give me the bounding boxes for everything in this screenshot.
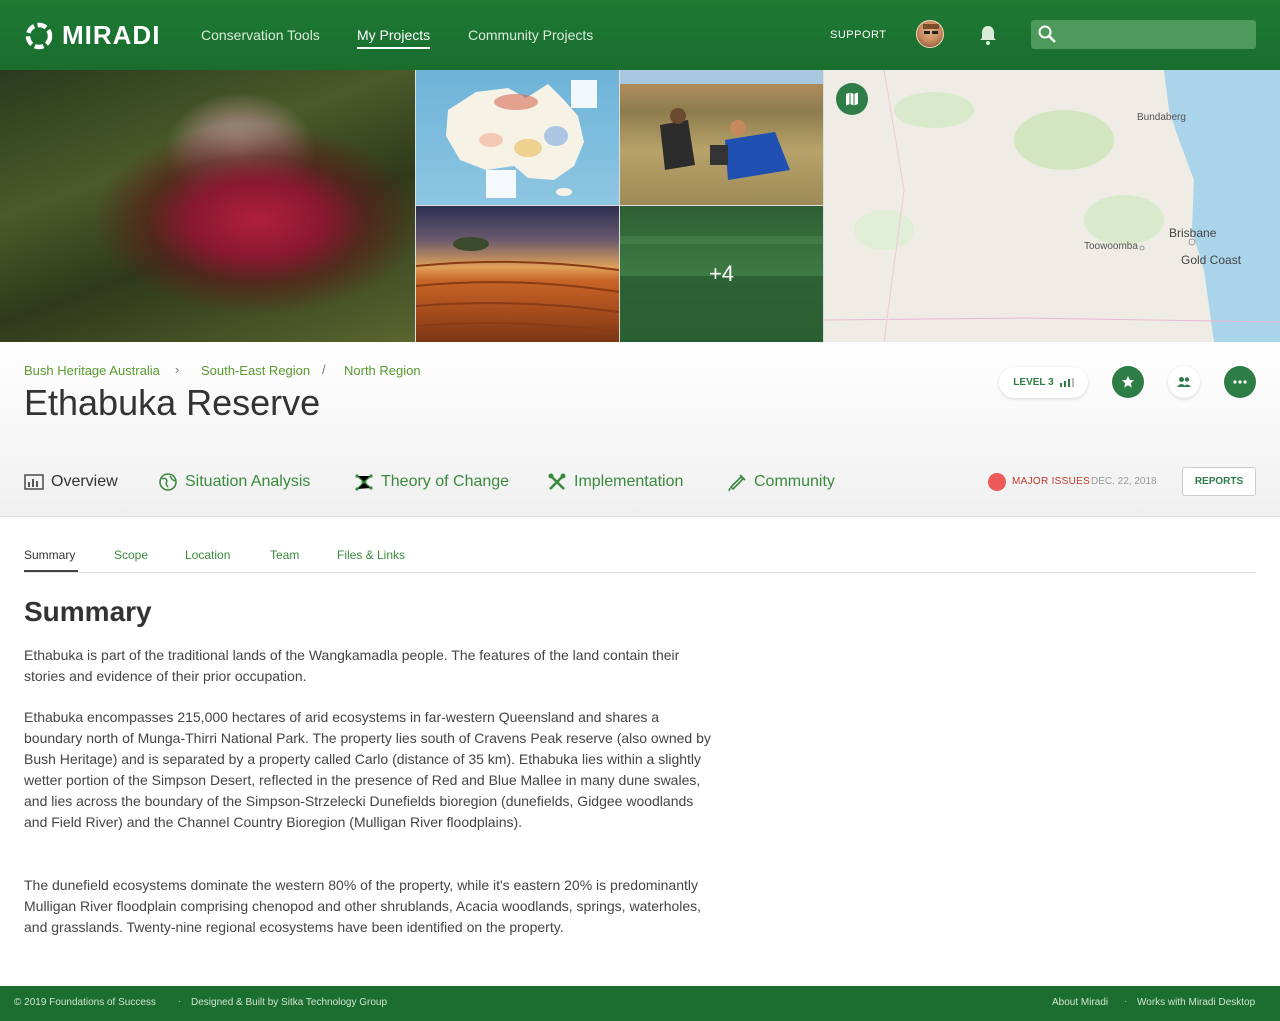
tab-theory-of-change[interactable]: Theory of Change: [354, 472, 509, 492]
level-label: LEVEL 3: [1013, 377, 1054, 388]
breadcrumb-organization[interactable]: Bush Heritage Australia: [24, 363, 160, 378]
search-input[interactable]: [1031, 20, 1256, 49]
megaphone-icon: [728, 474, 746, 492]
photo-group-more[interactable]: +4: [620, 206, 823, 342]
map-icon: [846, 92, 858, 106]
project-photo-gallery: +4 Bundaberg Brisbane Toowoomba Gold Coa…: [0, 70, 1280, 342]
avatar-face-icon: [923, 24, 939, 34]
tab-theory-of-change-label: Theory of Change: [381, 473, 510, 490]
photo-desert-dunes[interactable]: [416, 206, 619, 342]
subtab-team[interactable]: Team: [270, 548, 299, 562]
tab-implementation[interactable]: Implementation: [547, 472, 683, 492]
footer-separator: ·: [1124, 996, 1128, 1007]
tab-community[interactable]: Community: [727, 472, 835, 492]
map-label-bundaberg: Bundaberg: [1137, 112, 1186, 123]
more-options-button[interactable]: [1224, 366, 1256, 398]
user-avatar[interactable]: [916, 20, 944, 48]
subtab-divider: [24, 572, 1256, 573]
miradi-logo[interactable]: MIRADI: [24, 20, 160, 51]
team-button[interactable]: [1168, 366, 1200, 398]
subtab-scope[interactable]: Scope: [114, 548, 148, 562]
active-subtab-indicator: [24, 570, 78, 572]
breadcrumb-subregion[interactable]: North Region: [344, 363, 421, 378]
map-label-gold-coast: Gold Coast: [1181, 253, 1242, 267]
footer-desktop-link[interactable]: Works with Miradi Desktop: [1137, 997, 1255, 1008]
summary-paragraph: The dunefield ecosystems dominate the we…: [24, 877, 702, 935]
people-icon: [1177, 377, 1191, 387]
footer-separator: ·: [178, 996, 182, 1007]
support-link[interactable]: SUPPORT: [830, 29, 886, 41]
nav-conservation-tools[interactable]: Conservation Tools: [201, 27, 320, 43]
search-icon: [1038, 25, 1056, 43]
photo-field-survey[interactable]: [620, 70, 823, 205]
favorite-button[interactable]: [1112, 366, 1144, 398]
summary-heading: Summary: [24, 596, 152, 627]
tab-situation-analysis-label: Situation Analysis: [185, 473, 311, 490]
breadcrumb-chevron-icon: ›: [175, 362, 180, 377]
notification-bell-icon[interactable]: [978, 24, 998, 46]
map-toggle-button[interactable]: [836, 83, 868, 115]
subtab-summary[interactable]: Summary: [24, 548, 75, 562]
tools-icon: [548, 473, 566, 490]
tab-overview-label: Overview: [51, 473, 118, 490]
more-photos-count: +4: [708, 261, 735, 286]
map-label-brisbane: Brisbane: [1169, 226, 1217, 240]
signal-bars-icon: [1058, 378, 1074, 387]
more-horizontal-icon: [1233, 380, 1247, 384]
footer-credit-link[interactable]: Designed & Built by Sitka Technology Gro…: [191, 997, 387, 1008]
page-title: Ethabuka Reserve: [24, 382, 321, 423]
subtab-files-links[interactable]: Files & Links: [337, 548, 405, 562]
tab-overview[interactable]: Overview: [24, 472, 118, 492]
breadcrumb-region[interactable]: South-East Region: [201, 363, 310, 378]
project-location-map[interactable]: Bundaberg Brisbane Toowoomba Gold Coast: [824, 70, 1280, 342]
summary-paragraph: Ethabuka encompasses 215,000 hectares of…: [24, 709, 711, 830]
logo-ring-icon: [25, 22, 53, 49]
brand-name: MIRADI: [62, 20, 161, 50]
level-badge[interactable]: LEVEL 3: [999, 367, 1088, 398]
australia-map-graphic: [446, 80, 597, 198]
map-terrain: [824, 70, 1280, 342]
tab-implementation-label: Implementation: [574, 473, 684, 490]
footer-copyright: © 2019 Foundations of Success: [14, 997, 156, 1008]
subtab-location[interactable]: Location: [185, 548, 230, 562]
photo-australia-map[interactable]: [416, 70, 619, 205]
summary-paragraph: Ethabuka is part of the traditional land…: [24, 647, 680, 684]
overview-icon: [24, 474, 44, 490]
page-footer: © 2019 Foundations of Success · Designed…: [0, 986, 1280, 1021]
star-icon: [1122, 376, 1134, 388]
nav-community-projects[interactable]: Community Projects: [468, 27, 593, 43]
footer-about-link[interactable]: About Miradi: [1052, 997, 1108, 1008]
dune-ripples: [416, 237, 619, 333]
tab-situation-analysis[interactable]: Situation Analysis: [158, 472, 310, 492]
photo-possum-grevillea[interactable]: [0, 70, 415, 342]
tab-community-label: Community: [754, 473, 835, 490]
globe-icon: [159, 473, 177, 491]
status-date: DEC. 22, 2018: [1091, 476, 1157, 487]
status-indicator: [988, 473, 1006, 491]
top-navbar: MIRADI Conservation Tools My Projects Co…: [0, 0, 1280, 70]
project-header: Bush Heritage Australia › South-East Reg…: [0, 342, 1280, 517]
breadcrumb-slash-icon: /: [322, 362, 326, 377]
network-icon: [355, 474, 373, 491]
map-label-toowoomba: Toowoomba: [1084, 241, 1138, 252]
reports-button[interactable]: REPORTS: [1182, 467, 1256, 496]
nav-my-projects[interactable]: My Projects: [357, 27, 431, 49]
field-survey-figures: [620, 70, 823, 180]
status-label: MAJOR ISSUES: [1012, 476, 1091, 487]
